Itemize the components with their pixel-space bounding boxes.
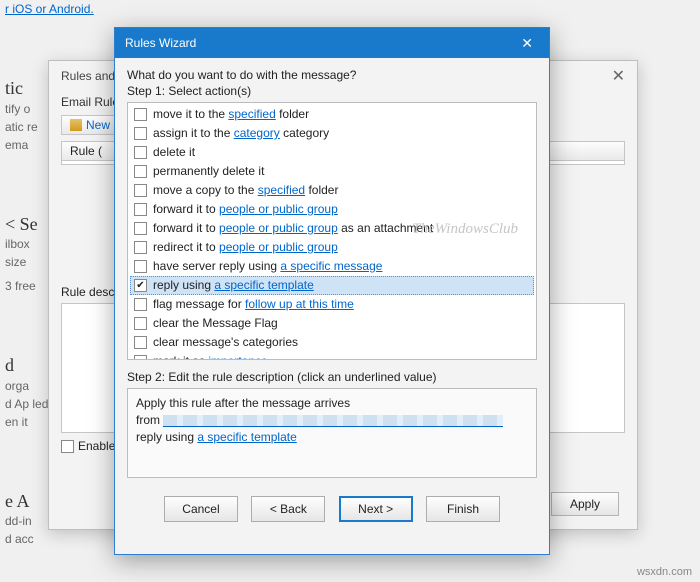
- checkbox-icon[interactable]: [134, 146, 147, 159]
- checkbox-icon[interactable]: [134, 260, 147, 273]
- new-rule-icon: [70, 119, 82, 131]
- rule-description-box: Apply this rule after the message arrive…: [127, 388, 537, 478]
- action-value-link[interactable]: importance: [208, 354, 267, 360]
- action-value-link[interactable]: category: [234, 126, 280, 140]
- checkbox-icon[interactable]: [134, 279, 147, 292]
- desc-line: from: [136, 412, 528, 429]
- action-value-link[interactable]: specified: [258, 183, 305, 197]
- action-item[interactable]: clear the Message Flag: [130, 314, 534, 333]
- attribution: wsxdn.com: [637, 566, 692, 578]
- action-label: assign it to the category category: [153, 125, 329, 142]
- step2-label: Step 2: Edit the rule description (click…: [127, 370, 537, 384]
- action-label: have server reply using a specific messa…: [153, 258, 382, 275]
- checkbox-icon[interactable]: [134, 184, 147, 197]
- action-value-link[interactable]: people or public group: [219, 221, 338, 235]
- action-item[interactable]: mark it as importance: [130, 352, 534, 360]
- action-value-link[interactable]: specified: [228, 107, 275, 121]
- action-label: move a copy to the specified folder: [153, 182, 338, 199]
- action-value-link[interactable]: follow up at this time: [245, 297, 354, 311]
- action-value-link[interactable]: people or public group: [219, 240, 338, 254]
- action-item[interactable]: move a copy to the specified folder: [130, 181, 534, 200]
- finish-button[interactable]: Finish: [426, 496, 500, 522]
- bg-link[interactable]: r iOS or Android.: [5, 2, 94, 16]
- action-label: flag message for follow up at this time: [153, 296, 354, 313]
- back-button[interactable]: < Back: [251, 496, 325, 522]
- next-button[interactable]: Next >: [339, 496, 413, 522]
- close-icon[interactable]: ✕: [515, 32, 539, 54]
- checkbox-icon[interactable]: [134, 298, 147, 311]
- action-label: move it to the specified folder: [153, 106, 309, 123]
- actions-list[interactable]: move it to the specified folder assign it…: [127, 102, 537, 360]
- action-label: permanently delete it: [153, 163, 264, 180]
- checkbox-icon[interactable]: [134, 241, 147, 254]
- desc-line: Apply this rule after the message arrive…: [136, 395, 528, 412]
- wizard-question: What do you want to do with the message?: [127, 68, 537, 82]
- action-value-link[interactable]: a specific template: [214, 278, 313, 292]
- action-item[interactable]: reply using a specific template: [130, 276, 534, 295]
- action-label: forward it to people or public group: [153, 201, 338, 218]
- checkbox-icon[interactable]: [134, 317, 147, 330]
- cancel-button[interactable]: Cancel: [164, 496, 238, 522]
- checkbox-icon[interactable]: [134, 336, 147, 349]
- action-label: redirect it to people or public group: [153, 239, 338, 256]
- action-value-link[interactable]: people or public group: [219, 202, 338, 216]
- action-label: reply using a specific template: [153, 277, 314, 294]
- action-item[interactable]: redirect it to people or public group: [130, 238, 534, 257]
- checkbox-icon[interactable]: [134, 203, 147, 216]
- wizard-button-row: Cancel < Back Next > Finish: [127, 496, 537, 522]
- checkbox-icon[interactable]: [134, 127, 147, 140]
- action-label: clear the Message Flag: [153, 315, 278, 332]
- action-label: mark it as importance: [153, 353, 268, 360]
- action-item[interactable]: forward it to people or public group: [130, 200, 534, 219]
- apply-button[interactable]: Apply: [551, 492, 619, 516]
- action-item[interactable]: have server reply using a specific messa…: [130, 257, 534, 276]
- action-item[interactable]: assign it to the category category: [130, 124, 534, 143]
- checkbox-icon: [61, 440, 74, 453]
- checkbox-icon[interactable]: [134, 108, 147, 121]
- checkbox-icon[interactable]: [134, 222, 147, 235]
- close-icon[interactable]: ✕: [612, 69, 625, 85]
- action-label: clear message's categories: [153, 334, 298, 351]
- titlebar: Rules Wizard ✕: [115, 28, 549, 58]
- action-label: forward it to people or public group as …: [153, 220, 433, 237]
- step1-label: Step 1: Select action(s): [127, 84, 537, 98]
- action-item[interactable]: move it to the specified folder: [130, 105, 534, 124]
- action-item[interactable]: clear message's categories: [130, 333, 534, 352]
- checkbox-icon[interactable]: [134, 355, 147, 360]
- rules-wizard-dialog: Rules Wizard ✕ What do you want to do wi…: [114, 27, 550, 555]
- desc-line: reply using a specific template: [136, 429, 528, 446]
- action-item[interactable]: permanently delete it: [130, 162, 534, 181]
- action-item[interactable]: forward it to people or public group as …: [130, 219, 534, 238]
- dialog-title: Rules Wizard: [125, 36, 196, 50]
- action-value-link[interactable]: a specific message: [280, 259, 382, 273]
- checkbox-icon[interactable]: [134, 165, 147, 178]
- sender-value-link[interactable]: [163, 415, 503, 427]
- action-item[interactable]: delete it: [130, 143, 534, 162]
- action-item[interactable]: flag message for follow up at this time: [130, 295, 534, 314]
- action-label: delete it: [153, 144, 195, 161]
- template-value-link[interactable]: a specific template: [197, 430, 296, 444]
